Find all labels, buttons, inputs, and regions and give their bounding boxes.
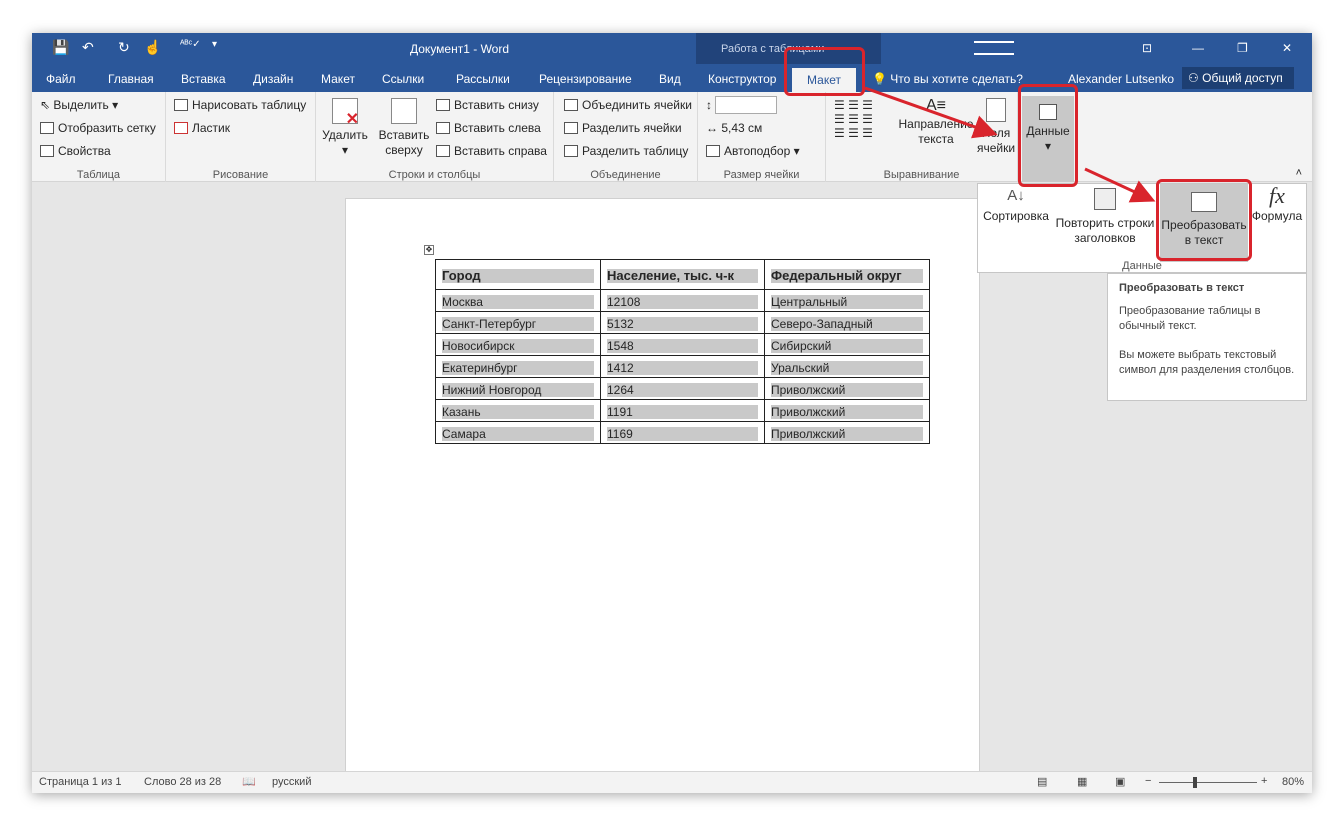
arrow-to-margins xyxy=(864,86,998,139)
arrow-to-convert xyxy=(1084,167,1156,203)
annotation-arrows xyxy=(864,86,1156,203)
word-window: 💾 ↶ ↻ ☝ ᴬᴮᶜ✓ ▾ Документ1 - Word Работа с… xyxy=(32,33,1312,793)
